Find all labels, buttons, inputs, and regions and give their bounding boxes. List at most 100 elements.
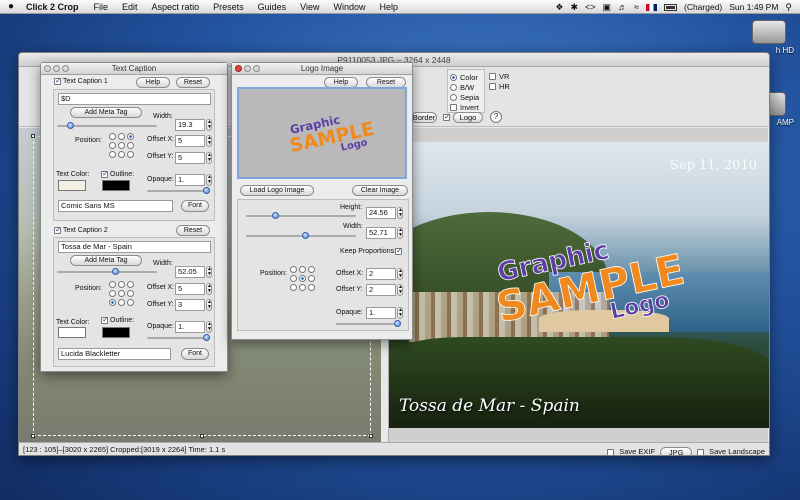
logo-offset-x-stepper[interactable]: ▲ ▼ [397,268,403,280]
logo-opaque-stepper[interactable]: ▲ ▼ [397,307,403,319]
radio-icon[interactable] [109,133,116,140]
radio-icon[interactable] [118,281,125,288]
logo-offset-x-field[interactable]: 2 [366,268,396,280]
radio-icon[interactable] [118,290,125,297]
logo-image-well[interactable]: Graphic SAMPLE Logo [237,87,407,179]
clear-image-button[interactable]: Clear Image [352,185,408,196]
radio-icon[interactable] [127,281,134,288]
radio-icon[interactable] [299,284,306,291]
caption2-offset-x-stepper[interactable]: ▲ ▼ [206,283,212,295]
logo-width-stepper[interactable]: ▲ ▼ [397,227,403,239]
slider-knob[interactable] [203,334,210,341]
wifi-icon[interactable]: ≈ [634,2,639,12]
crop-handle[interactable] [31,134,35,138]
close-icon[interactable] [44,65,51,72]
slider-knob[interactable] [203,187,210,194]
caption1-add-meta-button[interactable]: Add Meta Tag [70,107,142,118]
caption1-offset-x-field[interactable]: 5 [175,135,205,147]
menu-app-name[interactable]: Click 2 Crop [22,2,87,12]
logo-opaque-field[interactable]: 1. [366,307,396,319]
logo-width-slider[interactable] [246,232,356,239]
caption1-opaque-stepper[interactable]: ▲ ▼ [206,174,212,186]
checkbox-icon[interactable] [450,103,457,111]
caption2-outline-color-well[interactable] [102,327,130,338]
slider-knob[interactable] [302,232,309,239]
radio-icon[interactable] [290,266,297,273]
crop-handle[interactable] [200,434,204,438]
logo-image-titlebar[interactable]: Logo Image [232,63,412,75]
spotlight-icon[interactable]: ⚲ [785,2,792,13]
caption2-position-grid[interactable] [109,281,134,306]
checkbox-icon[interactable] [489,82,496,90]
radio-icon[interactable] [118,142,125,149]
caption1-offset-x-stepper[interactable]: ▲ ▼ [206,135,212,147]
caption2-checkbox[interactable] [54,225,62,234]
load-logo-button[interactable]: Load Logo Image [240,185,314,196]
radio-icon[interactable] [118,133,125,140]
caption1-text-field[interactable]: $D [58,93,211,105]
caption2-width-stepper[interactable]: ▲ ▼ [206,266,212,278]
radio-icon[interactable] [308,266,315,273]
flag-icon[interactable] [645,3,657,11]
caption1-font-field[interactable]: Comic Sans MS [58,200,173,212]
menu-file[interactable]: File [87,2,116,12]
caption2-font-field[interactable]: Lucida Blackletter [58,348,171,360]
radio-icon[interactable] [127,299,134,306]
code-icon[interactable]: <> [585,2,596,12]
apple-menu-icon[interactable]: ● [0,1,22,12]
checkbox-icon[interactable] [489,72,496,80]
caption2-opaque-slider[interactable] [147,334,210,341]
radio-icon[interactable] [308,275,315,282]
caption1-text-color-well[interactable] [58,180,86,191]
invert-checkbox[interactable]: Invert [450,102,482,112]
radio-icon[interactable] [308,284,315,291]
slider-knob[interactable] [272,212,279,219]
radio-icon[interactable] [290,275,297,282]
caption2-width-field[interactable]: 52.05 [175,266,205,278]
radio-icon[interactable] [450,73,457,81]
radio-icon[interactable] [109,290,116,297]
logo-position-grid[interactable] [290,266,315,291]
slider-knob[interactable] [67,122,74,129]
color-mode-color[interactable]: Color [450,72,482,82]
logo-button[interactable]: Logo [453,112,483,123]
caption1-opaque-slider[interactable] [147,187,210,194]
logo-offset-y-field[interactable]: 2 [366,284,396,296]
caption2-add-meta-button[interactable]: Add Meta Tag [70,255,142,266]
caption1-width-field[interactable]: 19.3 [175,119,205,131]
border-button[interactable]: Border [411,112,437,123]
minimize-icon[interactable] [53,65,60,72]
keep-proportions-checkbox[interactable] [395,246,403,255]
menu-guides[interactable]: Guides [251,2,294,12]
radio-icon[interactable] [127,133,134,140]
caption1-opaque-field[interactable]: 1. [175,174,205,186]
desktop-drive-1[interactable]: h HD [744,20,794,55]
caption2-opaque-field[interactable]: 1. [175,321,205,333]
battery-icon[interactable] [663,3,677,11]
caption1-position-grid[interactable] [109,133,134,158]
caption2-reset-button[interactable]: Reset [176,225,210,236]
caption1-width-slider[interactable] [57,122,157,129]
crop-handle[interactable] [369,434,373,438]
close-icon[interactable] [235,65,242,72]
caption1-outline-color-well[interactable] [102,180,130,191]
radio-icon[interactable] [450,83,457,91]
logo-height-slider[interactable] [246,212,356,219]
volume-icon[interactable]: ♬ [618,2,627,12]
menu-help[interactable]: Help [373,2,406,12]
vr-checkbox[interactable]: VR [489,71,510,81]
radio-icon[interactable] [109,142,116,149]
caption2-offset-x-field[interactable]: 5 [175,283,205,295]
save-exif-checkbox[interactable] [607,448,615,455]
caption2-font-button[interactable]: Font [181,348,209,360]
slider-knob[interactable] [112,268,119,275]
logo-height-field[interactable]: 24.56 [366,207,396,219]
logo-width-field[interactable]: 52.71 [366,227,396,239]
caption2-offset-y-field[interactable]: 3 [175,299,205,311]
menu-clock[interactable]: Sun 1:49 PM [729,2,778,12]
menu-presets[interactable]: Presets [206,2,251,12]
logo-checkbox[interactable] [443,112,451,121]
caption1-width-stepper[interactable]: ▲ ▼ [206,119,212,131]
logo-height-stepper[interactable]: ▲ ▼ [397,207,403,219]
zoom-icon[interactable] [253,65,260,72]
